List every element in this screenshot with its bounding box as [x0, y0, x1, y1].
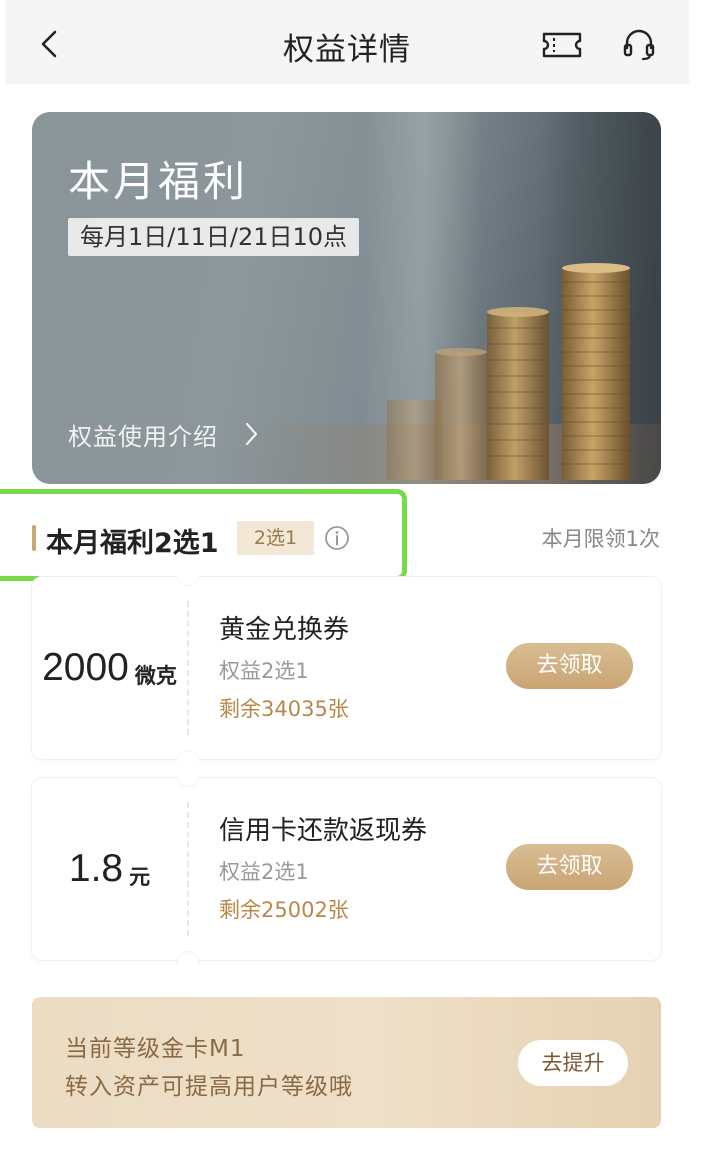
info-icon[interactable]	[324, 525, 350, 551]
top-navbar: 权益详情	[5, 0, 689, 84]
current-level-text: 当前等级金卡M1	[65, 1036, 246, 1062]
claim-limit-text: 本月限领1次	[541, 527, 660, 551]
coupon-subtitle: 权益2选1	[219, 659, 309, 683]
coupon-remaining: 剩余34035张	[219, 697, 349, 721]
coupon-name: 信用卡还款返现券	[219, 816, 428, 846]
banner-title: 本月福利	[68, 157, 249, 206]
section-title: 本月福利2选1	[46, 528, 219, 559]
coupon-amount-unit: 元	[129, 865, 151, 889]
chevron-right-icon[interactable]	[243, 421, 259, 447]
headset-icon[interactable]	[619, 24, 659, 64]
benefit-intro-link[interactable]: 权益使用介绍	[68, 417, 218, 452]
coupon-remaining: 剩余25002张	[219, 898, 349, 922]
choice-tag: 2选1	[237, 521, 314, 555]
ticket-icon[interactable]	[540, 28, 584, 62]
section-header: 本月福利2选1 2选1 本月限领1次	[0, 485, 702, 585]
coupon-name: 黄金兑换券	[219, 615, 350, 645]
coupon-amount-value: 2000	[42, 646, 129, 689]
claim-button[interactable]: 去领取	[506, 844, 633, 890]
claim-button[interactable]: 去领取	[506, 643, 633, 689]
coupon-divider	[187, 601, 189, 735]
coupon-card-gold: 2000 微克 黄金兑换券 权益2选1 剩余34035张 去领取	[32, 566, 661, 770]
banner-schedule-badge: 每月1日/11日/21日10点	[68, 218, 360, 256]
section-accent-bar	[32, 525, 36, 551]
coupon-amount-value: 1.8	[68, 847, 124, 890]
upgrade-button[interactable]: 去提升	[518, 1040, 628, 1086]
coupon-amount: 1.8 元	[32, 778, 187, 960]
member-level-card: 当前等级金卡M1 转入资产可提高用户等级哦 去提升	[32, 997, 661, 1128]
coupon-subtitle: 权益2选1	[219, 860, 309, 884]
coupon-divider	[187, 802, 189, 936]
coin-stacks-image	[387, 263, 630, 480]
page-title: 权益详情	[283, 32, 411, 68]
coupon-amount-unit: 微克	[134, 664, 177, 688]
benefit-detail-page: 权益详情 本月福利 每月1日/11日/21日10点 权益使用介绍 本月福利2选1…	[0, 0, 702, 1163]
level-upgrade-hint: 转入资产可提高用户等级哦	[65, 1074, 353, 1100]
coupon-card-credit: 1.8 元 信用卡还款返现券 权益2选1 剩余25002张 去领取	[32, 767, 661, 971]
monthly-benefit-banner[interactable]: 本月福利 每月1日/11日/21日10点 权益使用介绍	[32, 112, 661, 484]
coupon-amount: 2000 微克	[32, 577, 187, 759]
